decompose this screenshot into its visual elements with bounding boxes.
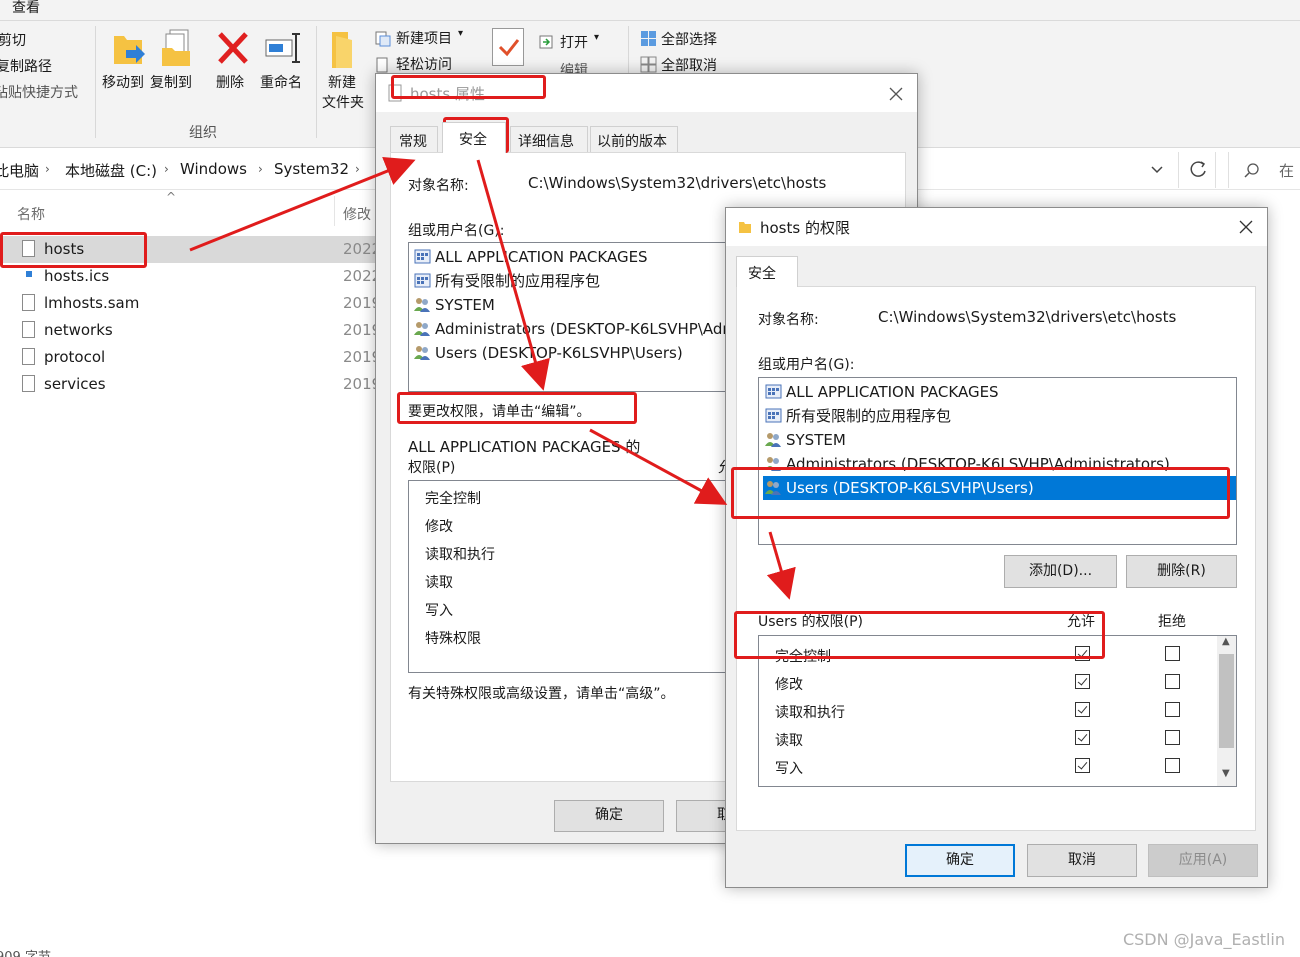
tab-security[interactable]: 安全	[442, 122, 506, 153]
arrow-to-users	[589, 428, 728, 505]
tab-security[interactable]: 安全	[736, 256, 798, 287]
arrow-to-security-tab	[189, 156, 416, 252]
watermark: CSDN @Java_Eastlin	[1122, 930, 1285, 949]
annotation-arrows	[189, 156, 796, 600]
arrow-to-edit-hint	[476, 159, 550, 391]
arrow-to-full-control	[766, 531, 796, 600]
